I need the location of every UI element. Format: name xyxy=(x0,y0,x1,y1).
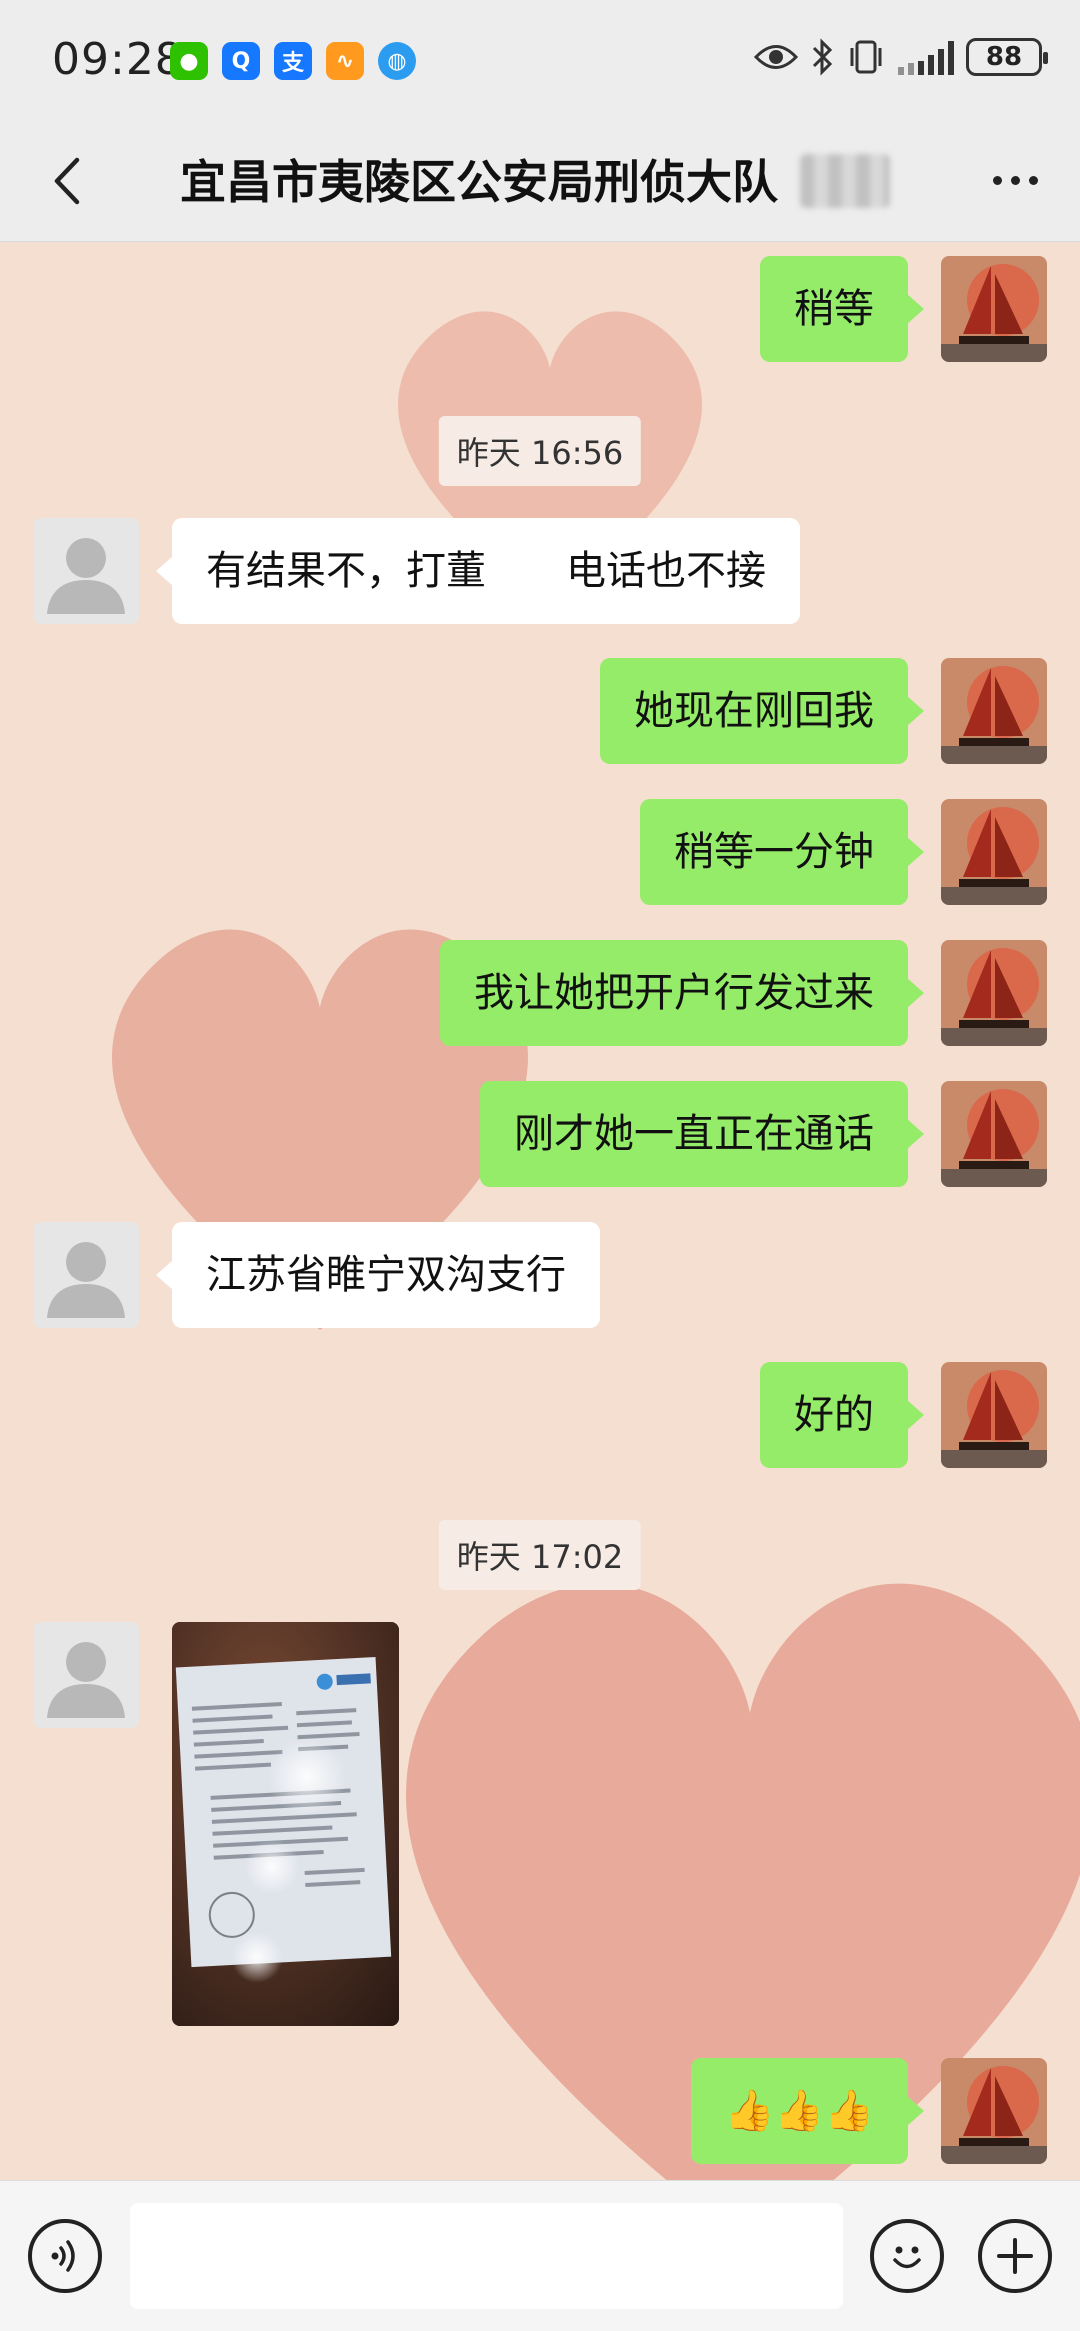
voice-button[interactable] xyxy=(28,2219,102,2293)
emoji-icon xyxy=(893,2246,921,2269)
sailboat-avatar-icon xyxy=(941,799,1047,905)
dot-icon xyxy=(992,175,1002,185)
chat-title: 宜昌市夷陵区公安局刑侦大队 xyxy=(180,155,778,209)
my-avatar[interactable] xyxy=(941,940,1047,1046)
add-button[interactable] xyxy=(978,2219,1052,2293)
emoji-button[interactable] xyxy=(870,2219,944,2293)
message-bubble-sent[interactable]: 👍👍👍 xyxy=(690,2058,925,2164)
contact-avatar[interactable] xyxy=(33,1622,139,1728)
default-avatar-icon xyxy=(33,1222,139,1328)
dot-icon xyxy=(1028,175,1038,185)
notification-icons: ● Q 支 ∿ ◍ xyxy=(170,42,416,80)
input-bar xyxy=(0,2180,1080,2331)
default-avatar-icon xyxy=(33,518,139,624)
more-options-button[interactable] xyxy=(980,160,1050,200)
chat-area[interactable]: 稍等 昨天 16:56 有结果不，打董 电话也不接 她现在刚回我 稍等一分钟 我… xyxy=(0,242,1080,2180)
bank-document-photo xyxy=(172,1622,399,2026)
voice-icon xyxy=(51,2240,75,2272)
my-avatar[interactable] xyxy=(941,799,1047,905)
message-bubble-sent[interactable]: 刚才她一直正在通话 xyxy=(480,1081,924,1187)
chat-header: 宜昌市夷陵区公安局刑侦大队 xyxy=(0,120,1080,242)
qq-icon: Q xyxy=(222,42,260,80)
eye-icon xyxy=(754,45,798,69)
bluetooth-icon xyxy=(812,38,833,76)
message-bubble-sent[interactable]: 好的 xyxy=(760,1362,924,1468)
message-bubble-received[interactable]: 江苏省睢宁双沟支行 xyxy=(156,1222,600,1328)
sailboat-avatar-icon xyxy=(941,1081,1047,1187)
message-bubble-sent[interactable]: 她现在刚回我 xyxy=(600,658,924,764)
message-text: 电话也不接 xyxy=(566,548,766,594)
redacted-name xyxy=(800,154,890,208)
vibrate-icon xyxy=(850,40,882,74)
my-avatar[interactable] xyxy=(941,1081,1047,1187)
contact-avatar[interactable] xyxy=(33,1222,139,1328)
message-bubble-sent[interactable]: 稍等一分钟 xyxy=(640,799,924,905)
message-input[interactable] xyxy=(130,2203,843,2309)
message-bubble-received[interactable]: 有结果不，打董 电话也不接 xyxy=(156,518,800,624)
sailboat-avatar-icon xyxy=(941,940,1047,1046)
signal-icon xyxy=(898,39,954,75)
sailboat-avatar-icon xyxy=(941,256,1047,362)
browser-icon: ◍ xyxy=(378,42,416,80)
status-bar: 09:28 ● Q 支 ∿ ◍ 88 xyxy=(0,0,1080,120)
my-avatar[interactable] xyxy=(941,658,1047,764)
my-avatar[interactable] xyxy=(941,256,1047,362)
wechat-icon: ● xyxy=(170,42,208,80)
message-bubble-sent[interactable]: 稍等 xyxy=(760,256,924,362)
sailboat-avatar-icon xyxy=(941,1362,1047,1468)
message-bubble-sent[interactable]: 我让她把开户行发过来 xyxy=(440,940,924,1046)
back-button[interactable] xyxy=(36,148,96,214)
clock: 09:28 xyxy=(52,34,184,85)
my-avatar[interactable] xyxy=(941,1362,1047,1468)
timestamp: 昨天 16:56 xyxy=(438,416,642,486)
app-icon-orange: ∿ xyxy=(326,42,364,80)
battery-icon: 88 xyxy=(966,38,1048,76)
default-avatar-icon xyxy=(33,1622,139,1728)
sailboat-avatar-icon xyxy=(941,2058,1047,2164)
chevron-left-icon xyxy=(54,157,80,205)
message-text: 有结果不，打董 xyxy=(206,548,486,594)
image-message[interactable] xyxy=(172,1622,399,2026)
contact-avatar[interactable] xyxy=(33,518,139,624)
sailboat-avatar-icon xyxy=(941,658,1047,764)
timestamp: 昨天 17:02 xyxy=(438,1520,642,1590)
dot-icon xyxy=(1010,175,1020,185)
plus-icon xyxy=(997,2238,1033,2274)
my-avatar[interactable] xyxy=(941,2058,1047,2164)
system-icons: 88 xyxy=(754,38,1048,76)
alipay-icon: 支 xyxy=(274,42,312,80)
